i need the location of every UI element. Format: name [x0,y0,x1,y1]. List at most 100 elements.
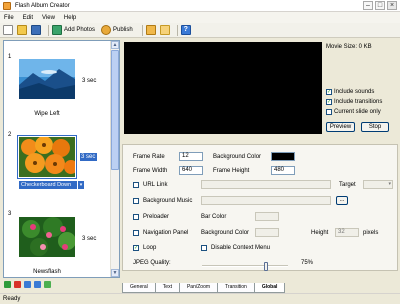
close-button[interactable]: × [387,1,397,10]
add-photos-label: Add Photos [64,27,96,33]
scroll-thumb[interactable] [111,50,119,170]
tab-general[interactable]: General [122,283,156,293]
new-file-icon[interactable] [3,25,13,35]
title-bar: Flash Album Creator – □ × [0,0,400,12]
photo-icon[interactable] [159,25,170,35]
slide-transition: Wipe Left [34,111,60,117]
frame-width-input[interactable]: 640 [179,166,203,175]
menu-help[interactable]: Help [64,15,76,21]
url-link-label: URL Link [143,182,168,188]
toolbar: Add Photos Publish ? [0,23,400,38]
slide-thumbnail[interactable] [19,217,75,257]
navigation-panel-label: Navigation Panel [143,230,189,236]
target-select[interactable]: ▾ [363,180,393,189]
slide-tools [4,281,51,288]
publish-label: Publish [113,27,133,33]
loop-label: Loop [143,245,157,251]
image-edit-icon[interactable] [44,281,51,288]
navigation-panel-checkbox[interactable] [133,230,139,236]
bar-color-picker[interactable] [255,212,279,221]
movie-size: Movie Size: 0 KB [326,44,372,50]
background-music-checkbox[interactable] [133,198,139,204]
add-photos-button[interactable]: Add Photos [52,25,95,35]
height-input[interactable]: 32 [335,228,359,237]
slide-number: 3 [8,211,12,217]
tab-pan-zoom[interactable]: Pan/Zoom [178,283,219,293]
include-transitions-label: Include transitions [334,99,383,105]
slide-transition-dropdown[interactable]: Checkerboard Down [19,181,77,189]
chevron-down-icon[interactable]: ▾ [78,181,84,189]
slide-number: 2 [8,132,12,138]
slide-list[interactable]: 1 3 sec Wipe Left 2 3 sec Checkerboard D… [3,40,120,278]
slide-duration[interactable]: 3 sec [80,153,97,161]
tab-global[interactable]: Global [253,283,286,293]
url-link-checkbox[interactable] [133,182,139,188]
slider-thumb[interactable] [264,262,268,271]
preloader-label: Preloader [143,214,170,220]
preview-button[interactable]: Preview [326,122,355,132]
frame-rate-label: Frame Rate [133,154,165,160]
minimize-button[interactable]: – [363,1,373,10]
delete-slide-icon[interactable] [14,281,21,288]
frame-rate-input[interactable]: 12 [179,152,203,161]
loop-checkbox[interactable]: ✓ [133,245,139,251]
slide-thumbnail[interactable] [19,59,75,99]
status-bar: Ready [0,293,400,304]
move-down-icon[interactable] [34,281,41,288]
background-music-label: Background Music [143,198,193,204]
preloader-checkbox[interactable] [133,214,139,220]
url-link-input[interactable] [201,180,331,189]
include-sounds-checkbox[interactable]: ✓ Include sounds [326,89,374,95]
slide-duration: 3 sec [82,236,97,242]
pixels-label: pixels [363,230,379,236]
menu-file[interactable]: File [4,15,14,21]
toolbar-separator [176,24,178,36]
background-color-label: Background Color [213,154,262,160]
jpeg-quality-slider[interactable] [202,262,288,271]
browse-music-button[interactable]: ... [336,196,348,205]
add-slide-icon[interactable] [4,281,11,288]
frame-width-label: Frame Width [133,168,168,174]
publish-button[interactable]: Publish [101,25,133,35]
toolbar-separator [141,24,143,36]
target-label: Target [339,182,356,188]
background-music-input[interactable] [201,196,331,205]
open-folder-icon[interactable] [17,25,27,35]
jpeg-quality-label: JPEG Quality: [133,260,171,266]
nav-background-color-picker[interactable] [255,228,279,237]
help-icon[interactable]: ? [180,25,191,35]
slider-track [202,265,288,267]
scroll-down-icon[interactable]: ▼ [111,269,119,277]
slide-thumbnail[interactable] [19,137,75,177]
bar-color-label: Bar Color [201,214,227,220]
checkbox-checked[interactable]: ✓ [326,89,332,95]
disable-context-menu-label: Disable Context Menu [211,245,271,251]
slide-list-scrollbar[interactable]: ▲ ▼ [110,41,119,277]
menu-edit[interactable]: Edit [23,15,33,21]
scroll-up-icon[interactable]: ▲ [111,41,119,49]
jpeg-quality-value: 75% [301,260,314,266]
tab-transition[interactable]: Transition [217,283,255,293]
publish-icon [101,25,112,35]
checkbox-checked[interactable]: ✓ [326,99,332,105]
save-icon[interactable] [31,25,41,35]
chevron-down-icon: ▾ [388,181,391,187]
window-title: Flash Album Creator [15,2,70,9]
move-up-icon[interactable] [24,281,31,288]
menu-view[interactable]: View [42,15,55,21]
include-transitions-checkbox[interactable]: ✓ Include transitions [326,99,382,105]
nav-background-color-label: Background Color [201,230,250,236]
height-label: Height [311,230,329,236]
image-effects-icon[interactable] [145,25,156,35]
background-color-picker[interactable] [271,152,295,161]
current-slide-only-checkbox[interactable]: Current slide only [326,109,381,115]
current-slide-only-label: Current slide only [334,109,381,115]
checkbox-unchecked[interactable] [326,109,332,115]
toolbar-separator [48,24,49,36]
maximize-button[interactable]: □ [375,1,385,10]
disable-context-menu-checkbox[interactable] [201,245,207,251]
frame-height-label: Frame Height [213,168,250,174]
stop-button[interactable]: Stop [361,122,389,132]
frame-height-input[interactable]: 480 [271,166,295,175]
tab-text[interactable]: Text [154,283,180,293]
